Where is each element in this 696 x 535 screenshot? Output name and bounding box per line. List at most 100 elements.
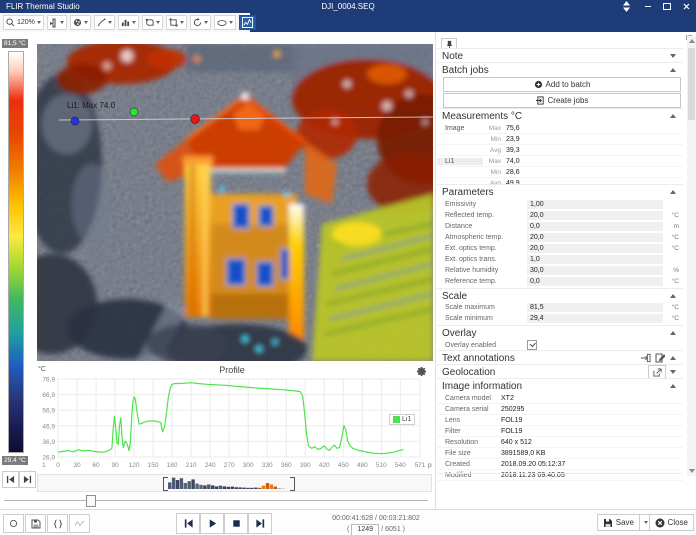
close-window-button[interactable] [678,1,694,12]
chevron-up-icon[interactable] [670,68,676,72]
step-forward-button[interactable] [19,471,36,488]
parameter-value-field[interactable]: 20,0 [527,211,663,220]
parameter-value-field[interactable]: 1,00 [527,200,663,209]
braces-icon [53,519,63,529]
first-frame-button[interactable] [176,513,200,534]
maximize-button[interactable] [659,1,675,12]
image-info-value: XT2 [501,395,514,402]
add-to-batch-button[interactable]: Add to batch [443,77,681,92]
section-batch-jobs[interactable]: Batch jobs [437,62,683,77]
timeline-handle[interactable] [86,495,96,507]
close-button[interactable]: Close [649,514,694,531]
section-measurements[interactable]: Measurements °C [437,108,683,123]
y-tick-label: 26,9 [42,455,55,462]
overlay-enabled-checkbox[interactable] [527,340,537,350]
section-text-annotations[interactable]: Text annotations [437,350,683,365]
range-bracket-right[interactable] [290,477,295,491]
parameter-row: Ext. optics trans.1,0 [437,254,683,265]
profile-plot-area: 76,966,956,946,936,926,91030609012015018… [32,363,432,473]
section-parameters[interactable]: Parameters [437,184,683,199]
parameter-value-field[interactable]: 29,4 [527,314,663,323]
crop-tool-icon [169,18,178,27]
parameter-label: Scale minimum [445,315,527,322]
chevron-up-icon[interactable] [670,190,676,194]
li1-mid-handle[interactable] [130,108,138,116]
scroll-up-button[interactable] [687,36,696,46]
parameter-value-field[interactable]: 81,5 [527,303,663,312]
chevron-up-icon[interactable] [670,356,676,360]
chart-settings-button[interactable] [414,364,428,378]
scrollbar-thumb[interactable] [688,48,695,120]
parameter-value-field[interactable]: 20,0 [527,244,663,253]
metadata-button[interactable] [47,514,68,533]
chevron-down-icon [180,21,184,24]
blend-tool-button[interactable] [214,15,236,30]
image-info-row: LensFOL19 [437,415,683,426]
parameter-value-field[interactable]: 0,0 [527,222,663,231]
chevron-up-icon[interactable] [670,294,676,298]
measurement-name: Li1 [437,158,483,165]
chevron-down-icon[interactable] [670,54,676,58]
section-scale[interactable]: Scale [437,288,683,303]
scroll-down-button[interactable] [687,466,696,476]
zoom-tool-button[interactable]: 120% [3,15,44,30]
minimize-button[interactable] [640,1,656,12]
loop-button[interactable] [3,514,24,533]
section-image-information[interactable]: Image information [437,378,683,393]
histogram-tool-button[interactable] [118,15,139,30]
chevron-down-icon [689,469,695,473]
palette-tool-button[interactable] [70,15,91,30]
parameter-label: Reflected temp. [445,212,527,219]
region-tool-button[interactable] [142,15,163,30]
chevron-up-icon[interactable] [670,331,676,335]
thermal-image[interactable]: Li1: Max 74.0 [37,44,433,361]
chevron-down-icon[interactable] [670,370,676,374]
create-jobs-button[interactable]: Create jobs [443,93,681,108]
rotate-tool-button[interactable] [190,15,211,30]
range-bracket-left[interactable] [163,477,168,491]
play-button[interactable] [200,513,224,534]
temperature-range-tool-button[interactable] [47,15,67,30]
y-tick-label: 46,9 [42,423,55,430]
x-tick-label: 450 [338,462,349,469]
crop-tool-button[interactable] [166,15,187,30]
region-tool-icon [145,18,154,27]
legend-swatch-li1 [393,416,400,423]
li1-start-handle[interactable] [71,117,79,125]
time-counter: 00:00:41:628 / 00:03:21:802 [320,514,432,524]
temperature-scale-bar[interactable] [8,51,24,453]
stop-button[interactable] [224,513,248,534]
timeline-track[interactable] [4,500,428,501]
panel-scrollbar[interactable] [687,36,696,476]
parameter-value-field[interactable]: 0,0 [527,277,663,286]
frame-input[interactable]: 1249 [351,524,379,535]
open-geolocation-button[interactable] [648,365,666,379]
step-backward-button[interactable] [2,471,19,488]
right-panel: Note Batch jobs Add to batch Create jobs… [437,35,686,508]
section-geolocation[interactable]: Geolocation [437,364,683,379]
save-frame-button[interactable] [25,514,46,533]
parameter-label: Reference temp. [445,278,527,285]
draw-tool-icon [97,18,106,27]
chevron-up-icon[interactable] [670,384,676,388]
profile-chart-tool-button[interactable] [239,15,256,30]
import-annotations-button[interactable] [638,353,652,363]
image-info-row: Camera modelXT2 [437,393,683,404]
x-tick-label: 510 [376,462,387,469]
section-note[interactable]: Note [437,48,683,63]
signature-button[interactable] [69,514,90,533]
last-frame-button[interactable] [248,513,272,534]
section-overlay[interactable]: Overlay [437,325,683,340]
parameter-value-field[interactable]: 30,0 [527,266,663,275]
measurement-stat-label: Max [483,125,501,132]
image-info-value: 3891589,0 KB [501,450,545,457]
parameter-value-field[interactable]: 20,0 [527,233,663,242]
draw-tool-button[interactable] [94,15,115,30]
chevron-up-icon[interactable] [670,114,676,118]
palette-tool-icon [73,18,82,27]
parameter-value-field[interactable]: 1,0 [527,255,663,264]
create-jobs-icon [536,96,545,105]
save-button[interactable]: Save [597,514,640,531]
histogram-range-strip[interactable] [37,474,432,492]
edit-annotations-button[interactable] [652,353,668,363]
